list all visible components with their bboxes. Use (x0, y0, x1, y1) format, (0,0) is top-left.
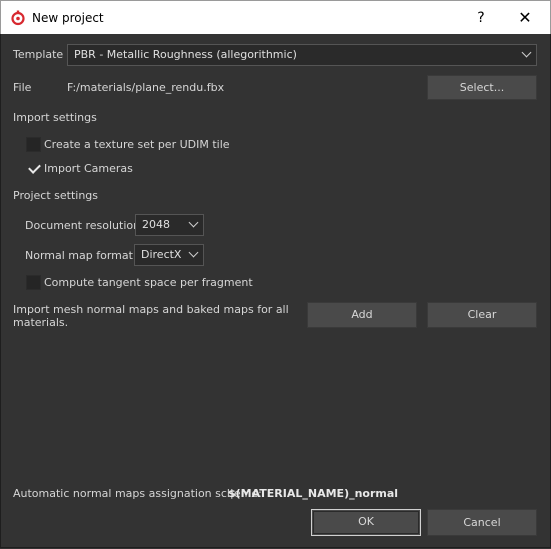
file-path: F:/materials/plane_rendu.fbx (67, 81, 225, 94)
template-dropdown-value: PBR - Metallic Roughness (allegorithmic) (74, 48, 297, 61)
help-button[interactable]: ? (469, 6, 493, 30)
template-dropdown[interactable]: PBR - Metallic Roughness (allegorithmic) (67, 44, 537, 66)
add-button[interactable]: Add (307, 302, 417, 328)
resolution-dropdown-value: 2048 (142, 218, 170, 231)
dialog-body: Template PBR - Metallic Roughness (alleg… (0, 34, 551, 548)
chevron-down-icon (188, 247, 199, 258)
resolution-label: Document resolution (25, 219, 141, 232)
normal-map-format-label: Normal map format (25, 249, 133, 262)
import-settings-heading: Import settings (13, 111, 97, 124)
substance-painter-logo-icon (11, 10, 25, 26)
udim-checkbox[interactable] (26, 137, 41, 152)
udim-checkbox-label[interactable]: Create a texture set per UDIM tile (44, 138, 230, 151)
normal-map-format-value: DirectX (141, 248, 182, 261)
select-file-button[interactable]: Select... (427, 75, 537, 100)
import-maps-text-line2: materials. (13, 316, 69, 329)
tangent-space-label[interactable]: Compute tangent space per fragment (44, 276, 253, 289)
close-button[interactable]: ✕ (511, 6, 539, 30)
clear-button[interactable]: Clear (427, 302, 537, 328)
title-bar[interactable]: New project ? ✕ (0, 0, 551, 35)
normal-scheme-label: Automatic normal maps assignation scheme… (13, 487, 262, 500)
resolution-dropdown[interactable]: 2048 (135, 214, 204, 236)
normal-scheme-value: $(MATERIAL_NAME)_normal (228, 487, 399, 500)
ok-button[interactable]: OK (311, 509, 421, 536)
cancel-button[interactable]: Cancel (427, 509, 537, 536)
normal-map-format-dropdown[interactable]: DirectX (134, 244, 204, 266)
checkmark-icon (28, 161, 41, 174)
import-cameras-label[interactable]: Import Cameras (44, 162, 133, 175)
tangent-space-checkbox[interactable] (26, 275, 41, 290)
project-settings-heading: Project settings (13, 189, 98, 202)
window-title: New project (32, 11, 104, 25)
import-maps-text-line1: Import mesh normal maps and baked maps f… (13, 303, 289, 316)
chevron-down-icon (521, 47, 532, 58)
import-cameras-checkbox[interactable] (26, 161, 41, 176)
chevron-down-icon (188, 217, 199, 228)
file-label: File (13, 81, 32, 94)
template-label: Template (13, 48, 64, 61)
